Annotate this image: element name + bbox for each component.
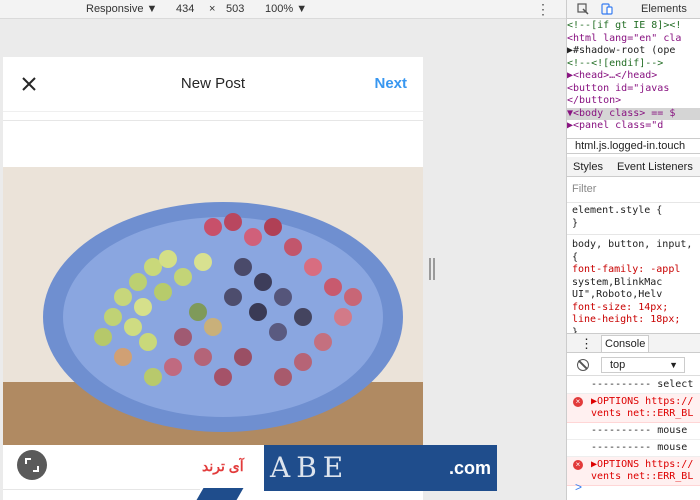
- devtools-tabbar: Elements: [567, 0, 700, 19]
- console-log-message[interactable]: ---------- mouse: [567, 440, 700, 457]
- console-messages: ---------- select × ▶OPTIONS https://vents…: [567, 377, 700, 486]
- style-rule-line: font-size: 14px;: [572, 301, 669, 313]
- watermark-persian-text: آی ترند: [202, 458, 244, 474]
- emulated-viewport: New Post Next: [0, 19, 566, 500]
- zoom-select[interactable]: 100% ▼: [261, 1, 311, 17]
- device-toolbar: Responsive ▼ 434 × 503 100% ▼ ⋮: [0, 0, 566, 19]
- console-error-message[interactable]: × ▶OPTIONS https://vents net::ERR_BL: [567, 457, 700, 486]
- style-rule-line: element.style {: [572, 205, 663, 216]
- drawer-menu-icon[interactable]: ⋮: [580, 336, 593, 352]
- breadcrumb[interactable]: html.js.logged-in.touch: [567, 138, 700, 154]
- page-title: New Post: [180, 75, 246, 92]
- dimension-separator: ×: [209, 3, 216, 15]
- context-label: top: [610, 359, 626, 371]
- style-rule-line: line-height: 18px;: [572, 314, 681, 325]
- styles-pane: element.style {} body, button, input,{ fo…: [567, 202, 700, 339]
- watermark-logo: آی ترند ABE .com: [200, 445, 497, 491]
- console-log-message[interactable]: ---------- select: [567, 377, 700, 394]
- tab-styles[interactable]: Styles: [573, 161, 603, 173]
- tab-elements[interactable]: Elements: [641, 3, 687, 15]
- style-rule-line: font-family: -appl: [572, 264, 681, 275]
- expand-icon[interactable]: [17, 450, 47, 480]
- watermark-domain: .com: [448, 458, 491, 478]
- new-post-page: New Post Next: [3, 57, 423, 500]
- style-rule-line: }: [572, 217, 579, 229]
- device-toggle-icon[interactable]: [601, 3, 613, 15]
- dom-node-line[interactable]: ▶#shadow-root (ope: [567, 45, 700, 58]
- console-toolbar: top ▼: [567, 354, 700, 376]
- style-rule-line: {: [572, 251, 579, 263]
- watermark-left-panel: آی ترند: [200, 445, 264, 491]
- console-error-message[interactable]: × ▶OPTIONS https://vents net::ERR_BL: [567, 394, 700, 423]
- dom-node-line[interactable]: ▼<body class> == $: [567, 107, 700, 120]
- device-label: Responsive: [86, 3, 144, 15]
- dom-tree: <!--[if gt IE 8]><! <html lang="en" cla ▶#…: [567, 20, 700, 133]
- dom-node-line[interactable]: <!--<![endif]-->: [567, 58, 700, 71]
- styles-filter-input[interactable]: Filter: [572, 183, 596, 195]
- styles-tabbar: Styles Event Listeners: [567, 157, 700, 177]
- console-log-message[interactable]: ---------- mouse: [567, 423, 700, 440]
- tab-console[interactable]: Console: [601, 335, 650, 353]
- devtools-panel: Elements <!--[if gt IE 8]><! <html lang="…: [566, 0, 700, 500]
- dom-node-line[interactable]: </button>: [567, 95, 700, 108]
- dom-node-line[interactable]: <button id="javas: [567, 83, 700, 96]
- chevron-down-icon: ▼: [669, 360, 678, 370]
- zoom-label: 100%: [265, 3, 294, 15]
- dom-node-line[interactable]: ▶<head>…</head>: [567, 70, 700, 83]
- width-input[interactable]: 434: [172, 1, 198, 17]
- resize-handle[interactable]: [429, 258, 435, 280]
- style-rule-line: body, button, input,: [572, 239, 693, 250]
- console-prompt[interactable]: >: [575, 480, 582, 494]
- divider: [3, 120, 423, 121]
- height-input[interactable]: 503: [222, 1, 248, 17]
- device-select[interactable]: Responsive ▼: [82, 1, 161, 17]
- context-select[interactable]: top ▼: [601, 357, 685, 373]
- watermark-stripe: [196, 488, 244, 500]
- more-options-icon[interactable]: ⋮: [536, 1, 550, 18]
- error-icon: ×: [573, 397, 583, 407]
- style-rule-line: UI",Roboto,Helv: [572, 289, 663, 300]
- tab-event-listeners[interactable]: Event Listeners: [617, 161, 693, 173]
- inspect-icon[interactable]: [577, 3, 589, 15]
- dom-node-line[interactable]: <html lang="en" cla: [567, 33, 700, 46]
- error-icon: ×: [573, 460, 583, 470]
- style-rule-line: system,BlinkMac: [572, 276, 663, 288]
- dom-node-line[interactable]: <!--[if gt IE 8]><!: [567, 20, 700, 33]
- clear-console-icon[interactable]: [577, 359, 589, 371]
- watermark-letters: ABE: [270, 451, 350, 484]
- post-header: New Post Next: [3, 57, 423, 112]
- next-button[interactable]: Next: [374, 75, 407, 92]
- dom-node-line[interactable]: ▶<panel class="d: [567, 120, 700, 133]
- console-drawer-tabs: ⋮ Console: [567, 333, 700, 353]
- post-photo: [3, 167, 423, 445]
